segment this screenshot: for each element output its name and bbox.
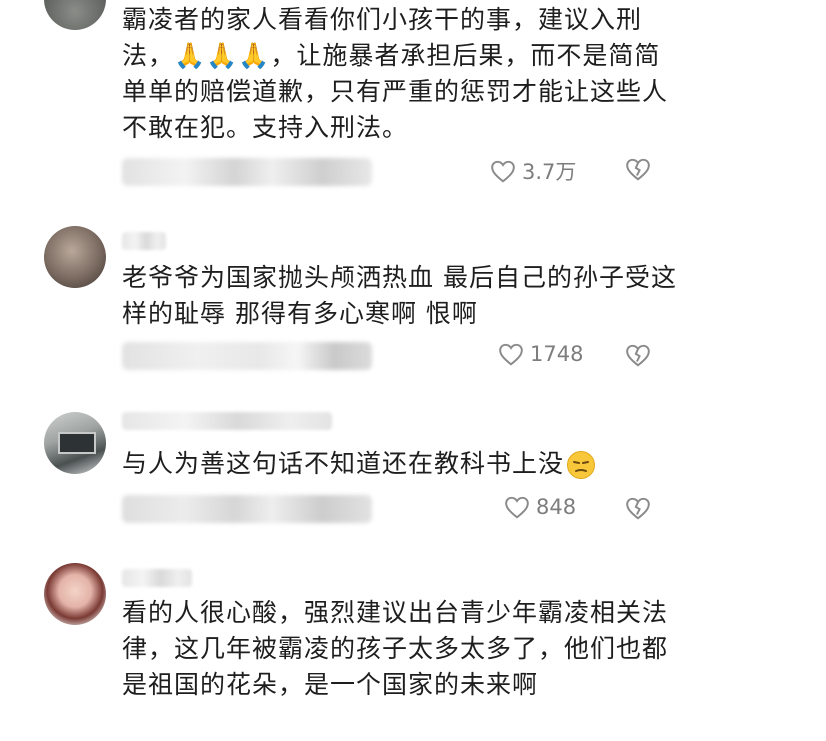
comment-meta: [122, 495, 372, 523]
heart-outline-icon: [504, 495, 530, 519]
broken-heart-icon[interactable]: [625, 157, 651, 183]
smirk-emoji-icon: [566, 450, 596, 480]
username[interactable]: [122, 412, 332, 430]
username[interactable]: [122, 232, 166, 250]
comment-3: 与人为善这句话不知道还在教科书上没 848: [0, 400, 826, 540]
comment-meta: [122, 158, 372, 186]
comment-2: 老爷爷为国家抛头颅洒热血 最后自己的孙子受这样的耻辱 那得有多心寒啊 恨啊 17…: [0, 220, 826, 390]
comment-1: 霸凌者的家人看看你们小孩干的事，建议入刑法，🙏🙏🙏，让施暴者承担后果，而不是简简…: [0, 0, 826, 200]
like-button[interactable]: 848: [504, 495, 576, 519]
comment-4: 看的人很心酸，强烈建议出台青少年霸凌相关法律，这几年被霸凌的孩子太多太多了，他们…: [0, 555, 826, 741]
heart-outline-icon: [490, 159, 516, 183]
broken-heart-icon[interactable]: [625, 496, 651, 522]
like-button[interactable]: 3.7万: [490, 156, 576, 186]
username[interactable]: [122, 569, 192, 587]
comment-meta: [122, 342, 372, 370]
comment-text: 看的人很心酸，强烈建议出台青少年霸凌相关法律，这几年被霸凌的孩子太多太多了，他们…: [122, 598, 669, 699]
broken-heart-icon[interactable]: [625, 343, 651, 369]
comment-text: 霸凌者的家人看看你们小孩干的事，建议入刑法，🙏🙏🙏，让施暴者承担后果，而不是简简…: [122, 5, 669, 142]
comment-text: 与人为善这句话不知道还在教科书上没: [122, 446, 682, 482]
avatar[interactable]: [44, 0, 106, 30]
avatar[interactable]: [44, 412, 106, 474]
like-count: 1748: [530, 342, 584, 366]
like-button[interactable]: 1748: [498, 342, 583, 366]
comment-text: 老爷爷为国家抛头颅洒热血 最后自己的孙子受这样的耻辱 那得有多心寒啊 恨啊: [122, 263, 677, 328]
avatar[interactable]: [44, 563, 106, 625]
like-count: 3.7万: [522, 160, 577, 184]
heart-outline-icon: [498, 342, 524, 366]
comment-text-body: 与人为善这句话不知道还在教科书上没: [122, 449, 565, 478]
like-count: 848: [536, 495, 577, 519]
avatar[interactable]: [44, 226, 106, 288]
